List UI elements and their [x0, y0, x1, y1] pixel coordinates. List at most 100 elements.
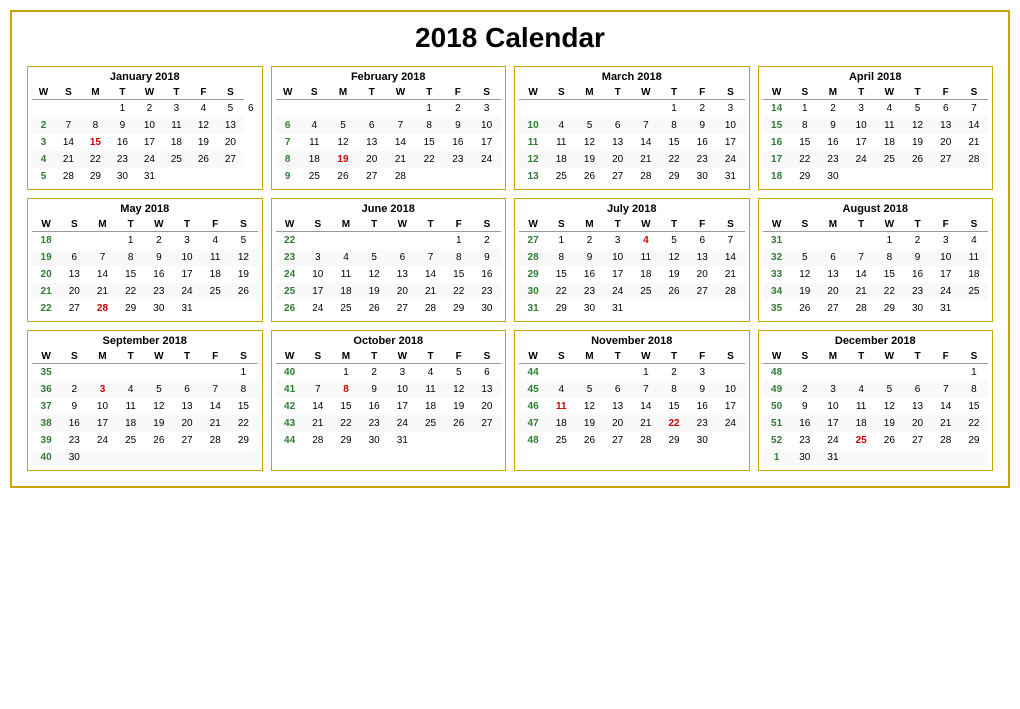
week-num: 31: [763, 232, 791, 250]
week-num: 12: [519, 151, 547, 168]
day-cell: 17: [136, 134, 163, 151]
day-cell: [82, 100, 109, 118]
day-cell: 9: [444, 117, 473, 134]
day-cell: 11: [847, 398, 875, 415]
day-cell: 9: [109, 117, 136, 134]
day-cell: 4: [117, 381, 145, 398]
month-2: February 2018WSMTWTFS1236456789107111213…: [271, 66, 507, 190]
day-cell: 16: [109, 134, 136, 151]
day-cell: [173, 449, 201, 466]
week-num: 52: [763, 432, 791, 449]
day-cell: 1: [445, 232, 473, 250]
day-cell: 6: [473, 364, 501, 382]
col-header-4: W: [145, 218, 173, 232]
month-title: February 2018: [276, 71, 502, 83]
day-cell: 23: [819, 151, 847, 168]
day-cell: 4: [332, 249, 360, 266]
day-cell: 29: [229, 432, 257, 449]
day-cell: 2: [819, 100, 847, 118]
day-cell: [903, 449, 931, 466]
col-header-7: S: [960, 218, 988, 232]
day-cell: 5: [791, 249, 819, 266]
day-cell: [201, 449, 229, 466]
day-cell: 19: [575, 151, 603, 168]
day-cell: 28: [632, 168, 660, 185]
month-table: WSMTWTFS44123454567891046111213141516174…: [519, 350, 745, 449]
day-cell: [88, 232, 116, 250]
day-cell: 23: [688, 151, 716, 168]
day-cell: 21: [847, 283, 875, 300]
day-cell: 9: [145, 249, 173, 266]
month-12: December 2018WSMTWTFS4814923456785091011…: [758, 330, 994, 471]
day-cell: 18: [201, 266, 229, 283]
day-cell: 15: [415, 134, 444, 151]
day-cell: 30: [688, 168, 716, 185]
day-cell: 2: [688, 100, 716, 118]
week-num: 35: [763, 300, 791, 317]
day-cell: 24: [88, 432, 116, 449]
day-cell: 3: [88, 381, 116, 398]
week-num: 16: [763, 134, 791, 151]
page-title: 2018 Calendar: [27, 22, 993, 54]
day-cell: 28: [932, 432, 960, 449]
col-header-4: W: [386, 86, 415, 100]
day-cell: 18: [875, 134, 903, 151]
day-cell: 12: [575, 134, 603, 151]
day-cell: 27: [604, 168, 632, 185]
day-cell: 15: [229, 398, 257, 415]
col-header-6: F: [932, 218, 960, 232]
week-num: 40: [276, 364, 304, 382]
day-cell: 21: [416, 283, 444, 300]
day-cell: 21: [55, 151, 82, 168]
month-title: December 2018: [763, 335, 989, 347]
day-cell: 16: [791, 415, 819, 432]
day-cell: 12: [791, 266, 819, 283]
day-cell: [88, 364, 116, 382]
day-cell: 27: [819, 300, 847, 317]
col-header-2: M: [575, 350, 603, 364]
day-cell: 12: [575, 398, 603, 415]
week-num: 44: [276, 432, 304, 449]
day-cell: 13: [604, 398, 632, 415]
day-cell: 5: [145, 381, 173, 398]
col-header-4: W: [632, 350, 660, 364]
day-cell: [415, 168, 444, 185]
day-cell: 15: [445, 266, 473, 283]
week-num: [519, 100, 547, 118]
day-cell: 1: [960, 364, 988, 382]
day-cell: 13: [60, 266, 88, 283]
day-cell: 17: [716, 398, 744, 415]
col-header-4: W: [388, 350, 416, 364]
week-num: 3: [32, 134, 55, 151]
day-cell: 9: [360, 381, 388, 398]
day-cell: 5: [229, 232, 257, 250]
day-cell: [688, 300, 716, 317]
day-cell: 28: [201, 432, 229, 449]
day-cell: 25: [847, 432, 875, 449]
week-num: 29: [519, 266, 547, 283]
col-header-3: T: [847, 218, 875, 232]
day-cell: 23: [109, 151, 136, 168]
day-cell: 13: [357, 134, 386, 151]
day-cell: 26: [791, 300, 819, 317]
day-cell: 12: [875, 398, 903, 415]
day-cell: 18: [547, 151, 575, 168]
day-cell: 17: [388, 398, 416, 415]
day-cell: 28: [304, 432, 332, 449]
day-cell: 27: [60, 300, 88, 317]
col-header-2: M: [88, 218, 116, 232]
day-cell: 3: [388, 364, 416, 382]
day-cell: 8: [82, 117, 109, 134]
day-cell: 3: [819, 381, 847, 398]
day-cell: [903, 168, 931, 185]
day-cell: 24: [472, 151, 501, 168]
day-cell: 3: [688, 364, 716, 382]
week-num: 39: [32, 432, 60, 449]
day-cell: 4: [960, 232, 988, 250]
week-num: 51: [763, 415, 791, 432]
day-cell: 18: [547, 415, 575, 432]
col-header-6: F: [688, 218, 716, 232]
col-header-4: W: [145, 350, 173, 364]
col-header-0: W: [32, 86, 55, 100]
day-cell: [960, 300, 988, 317]
